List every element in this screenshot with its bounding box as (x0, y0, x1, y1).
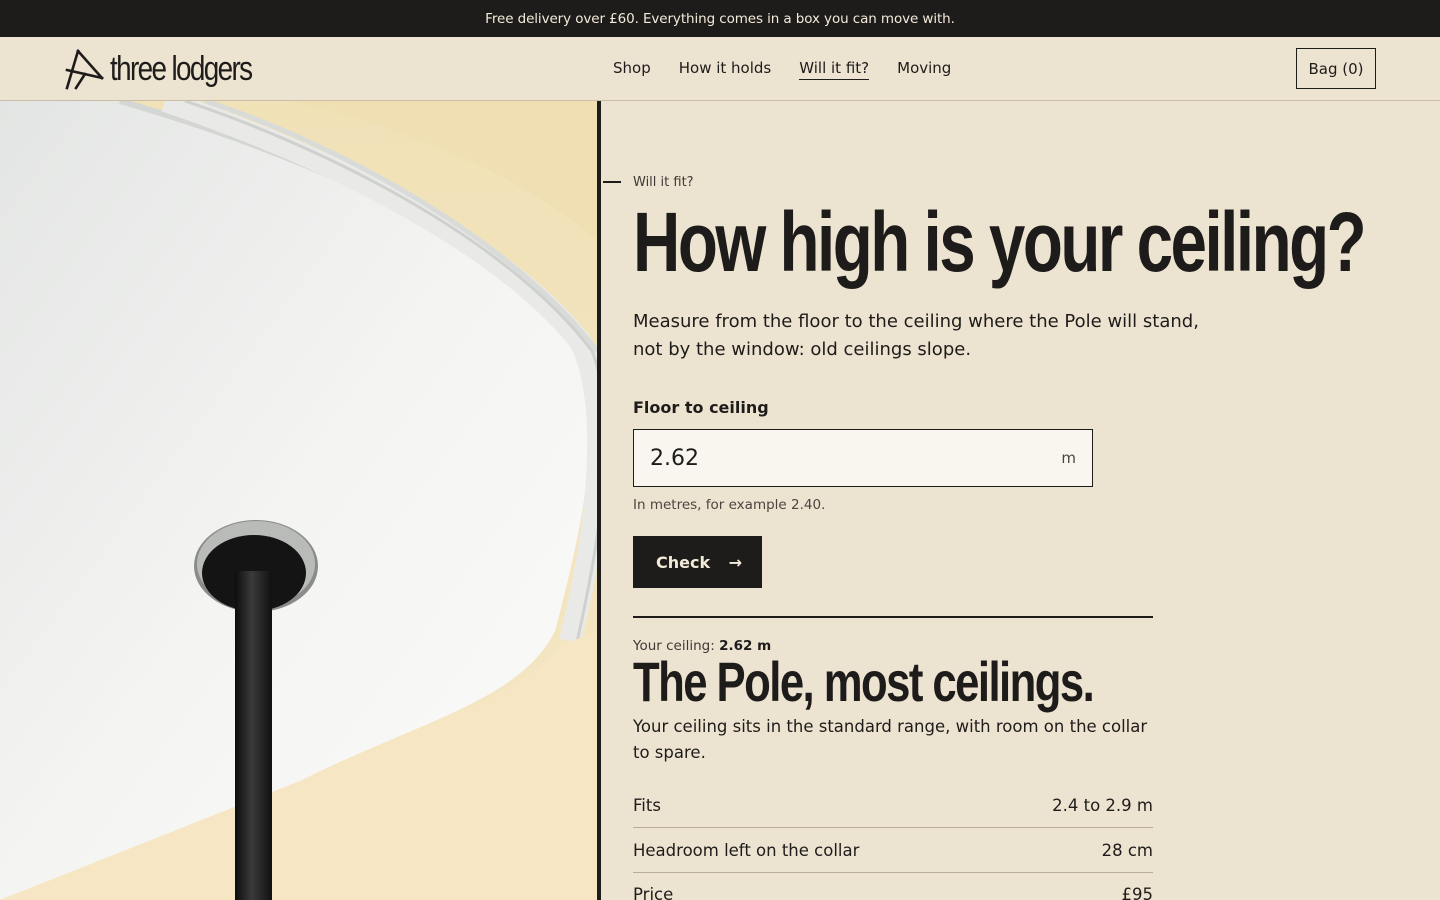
spec-label: Price (633, 884, 674, 900)
nav-link-shop[interactable]: Shop (613, 59, 651, 80)
result-description: Your ceiling sits in the standard range,… (633, 717, 1148, 762)
result-divider (633, 616, 1153, 618)
bag-button[interactable]: Bag (0) (1296, 48, 1376, 89)
eyebrow-tick (603, 181, 621, 183)
site-header: three lodgers Shop How it holds Will it … (0, 37, 1440, 101)
spec-value: 2.4 to 2.9 m (1052, 796, 1153, 815)
check-button[interactable]: Check → (633, 536, 762, 588)
intro-text: Measure from the floor to the ceiling wh… (633, 311, 1199, 360)
main-nav: Shop How it holds Will it fit? Moving (613, 59, 951, 80)
spec-row-fits: Fits 2.4 to 2.9 m (633, 784, 1153, 828)
brand-wordmark: three lodgers (110, 49, 253, 88)
ceiling-height-input[interactable] (650, 430, 1030, 486)
unit-label: m (1061, 449, 1076, 467)
announcement-text: Free delivery over £60. Everything comes… (485, 10, 955, 27)
page-title: How high is your ceiling? (633, 195, 1367, 289)
ceiling-pole-photo (0, 101, 597, 900)
check-button-label: Check (656, 552, 711, 572)
ceiling-height-field[interactable]: m (633, 429, 1093, 487)
spec-row-price: Price £95 (633, 872, 1153, 900)
ceiling-height-label: Floor to ceiling (633, 398, 769, 417)
column-divider (597, 101, 601, 900)
spec-label: Fits (633, 796, 661, 815)
spec-row-headroom: Headroom left on the collar 28 cm (633, 829, 1153, 873)
tripod-logo-icon (65, 49, 104, 90)
spec-value: £95 (1121, 884, 1154, 900)
nav-link-how-it-holds[interactable]: How it holds (679, 59, 772, 80)
spec-label: Headroom left on the collar (633, 841, 860, 860)
nav-link-will-it-fit[interactable]: Will it fit? (799, 59, 870, 80)
result-title: The Pole, most ceilings. (633, 650, 1095, 713)
arrow-right-icon: → (728, 552, 742, 572)
page-eyebrow: Will it fit? (633, 175, 694, 190)
spec-value: 28 cm (1101, 841, 1153, 860)
field-hint: In metres, for example 2.40. (633, 497, 826, 513)
nav-link-moving[interactable]: Moving (897, 59, 951, 80)
brand-logo[interactable]: three lodgers (64, 47, 282, 91)
announcement-bar: Free delivery over £60. Everything comes… (0, 0, 1440, 37)
